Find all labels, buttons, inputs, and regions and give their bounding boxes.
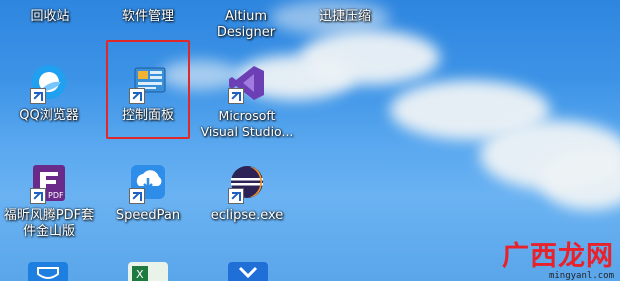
svg-text:X: X xyxy=(136,268,144,281)
visual-studio-icon xyxy=(226,62,268,104)
highlight-box xyxy=(106,40,190,139)
excel-app-icon[interactable]: X xyxy=(128,262,168,281)
speedpan-icon xyxy=(127,162,169,204)
foxit-pdf-label: 福昕风腾PDF套件金山版 xyxy=(3,208,95,239)
xunjie-compress-label[interactable]: 迅捷压缩 xyxy=(310,9,380,25)
foxit-pdf-shortcut[interactable]: PDF 福昕风腾PDF套件金山版 xyxy=(4,160,94,240)
cloud xyxy=(540,150,620,210)
speedpan-shortcut[interactable]: SpeedPan xyxy=(103,160,193,224)
shortcut-arrow-icon xyxy=(228,88,244,104)
watermark: 广西龙网 mingyanl.com xyxy=(502,234,614,281)
svg-text:PDF: PDF xyxy=(48,191,64,200)
watermark-text: 广西龙网 xyxy=(502,241,614,272)
eclipse-shortcut[interactable]: eclipse.exe xyxy=(202,160,292,224)
speedpan-label: SpeedPan xyxy=(115,208,181,223)
shortcut-arrow-icon xyxy=(129,188,145,204)
eclipse-label: eclipse.exe xyxy=(210,208,284,223)
recycle-bin-label[interactable]: 回收站 xyxy=(20,9,80,25)
eclipse-icon xyxy=(226,162,268,204)
shortcut-arrow-icon xyxy=(228,188,244,204)
security-app-icon[interactable] xyxy=(28,262,68,281)
qq-browser-label: QQ浏览器 xyxy=(19,108,79,123)
qq-browser-shortcut[interactable]: QQ浏览器 xyxy=(4,60,94,124)
visual-studio-label: Microsoft Visual Studio... xyxy=(200,108,294,139)
software-manager-label[interactable]: 软件管理 xyxy=(112,9,184,25)
desktop: 回收站 软件管理 Altium Designer 迅捷压缩 QQ浏览器 控制面板… xyxy=(0,0,620,281)
foxit-pdf-icon: PDF xyxy=(28,162,70,204)
visual-studio-shortcut[interactable]: Microsoft Visual Studio... xyxy=(200,60,294,140)
xunlei-app-icon[interactable] xyxy=(228,262,268,281)
cloud xyxy=(300,30,440,85)
shortcut-arrow-icon xyxy=(30,188,46,204)
altium-designer-label[interactable]: Altium Designer xyxy=(196,9,296,41)
shortcut-arrow-icon xyxy=(30,88,46,104)
qq-browser-icon xyxy=(28,62,70,104)
